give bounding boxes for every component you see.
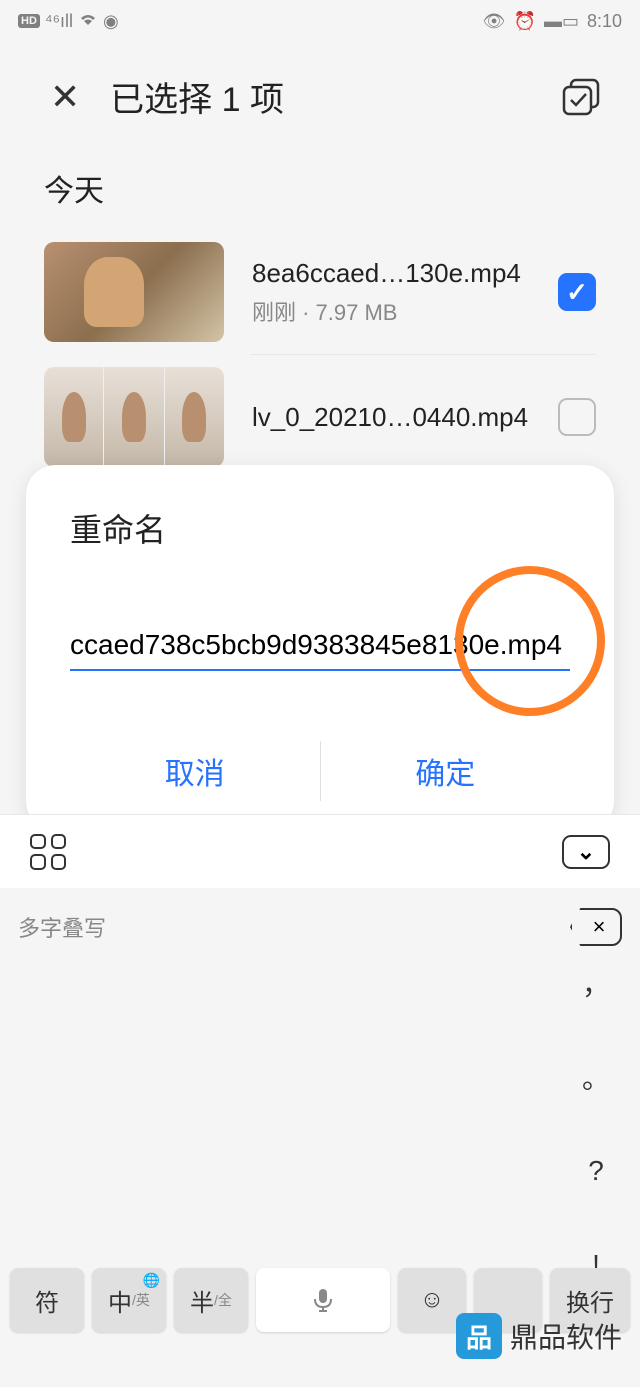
space-key[interactable] <box>256 1268 390 1332</box>
keyboard-toolbar <box>0 814 640 888</box>
status-right: 👁 ⏰ ▬▭ 8:10 <box>483 11 622 32</box>
cancel-button[interactable]: 取消 <box>70 729 320 813</box>
keyboard-collapse-icon[interactable] <box>562 835 610 869</box>
header-title: 已选择 1 项 <box>110 72 532 121</box>
alarm-icon: ⏰ <box>514 11 536 32</box>
watermark-icon: 品 <box>456 1313 502 1359</box>
file-name: lv_0_20210…0440.mp4 <box>252 402 530 433</box>
backspace-key[interactable] <box>570 908 622 946</box>
rename-input[interactable] <box>70 621 570 671</box>
watermark: 品 鼎品软件 <box>456 1313 622 1359</box>
clock-text: 8:10 <box>587 11 622 32</box>
battery-icon: ▬▭ <box>544 11 579 32</box>
keyboard-grid-icon[interactable] <box>30 834 66 870</box>
symbol-key[interactable]: 符 <box>10 1268 84 1332</box>
half-main: 半 <box>190 1283 214 1318</box>
file-checkbox[interactable] <box>558 273 596 311</box>
eye-icon: 👁 <box>483 11 506 32</box>
period-key[interactable]: 。 <box>582 1060 610 1094</box>
suggestion-text: 多字叠写 <box>18 911 106 943</box>
comma-key[interactable]: ， <box>582 966 610 1000</box>
dialog-title: 重命名 <box>70 505 570 551</box>
half-sub: /全 <box>214 1290 232 1310</box>
status-left: HD ⁴⁶ıll ◉ <box>18 11 119 32</box>
signal-icon: ⁴⁶ıll <box>45 11 73 32</box>
confirm-button[interactable]: 确定 <box>321 729 571 813</box>
select-all-button[interactable] <box>562 78 600 116</box>
file-info: lv_0_20210…0440.mp4 <box>252 402 530 433</box>
punctuation-column: ， 。 ? ! <box>566 966 626 1282</box>
rename-dialog: 重命名 取消 确定 <box>26 465 614 831</box>
file-row[interactable]: lv_0_20210…0440.mp4 <box>0 355 640 479</box>
suggestion-bar: 多字叠写 <box>0 888 640 966</box>
watermark-text: 鼎品软件 <box>510 1316 622 1356</box>
selection-header: ✕ 已选择 1 项 <box>0 42 640 151</box>
file-checkbox[interactable] <box>558 398 596 436</box>
wifi-icon <box>78 11 98 32</box>
status-bar: HD ⁴⁶ıll ◉ 👁 ⏰ ▬▭ 8:10 <box>0 0 640 42</box>
file-row[interactable]: 8ea6ccaed…130e.mp4 刚刚 · 7.97 MB <box>0 230 640 354</box>
close-icon[interactable]: ✕ <box>50 76 80 118</box>
hd-icon: HD <box>18 14 40 28</box>
file-name: 8ea6ccaed…130e.mp4 <box>252 258 530 289</box>
file-meta: 刚刚 · 7.97 MB <box>252 295 530 327</box>
file-info: 8ea6ccaed…130e.mp4 刚刚 · 7.97 MB <box>252 258 530 327</box>
language-key[interactable]: 🌐 中/英 <box>92 1268 166 1332</box>
file-thumbnail <box>44 367 224 467</box>
dialog-buttons: 取消 确定 <box>70 729 570 813</box>
section-today: 今天 <box>0 151 640 230</box>
lang-main: 中 <box>108 1283 132 1318</box>
file-thumbnail <box>44 242 224 342</box>
mic-icon <box>308 1285 338 1315</box>
halfwidth-key[interactable]: 半/全 <box>174 1268 248 1332</box>
question-key[interactable]: ? <box>588 1154 604 1188</box>
lang-sub: /英 <box>132 1290 150 1310</box>
location-icon: ◉ <box>103 11 119 32</box>
globe-icon: 🌐 <box>143 1272 160 1289</box>
